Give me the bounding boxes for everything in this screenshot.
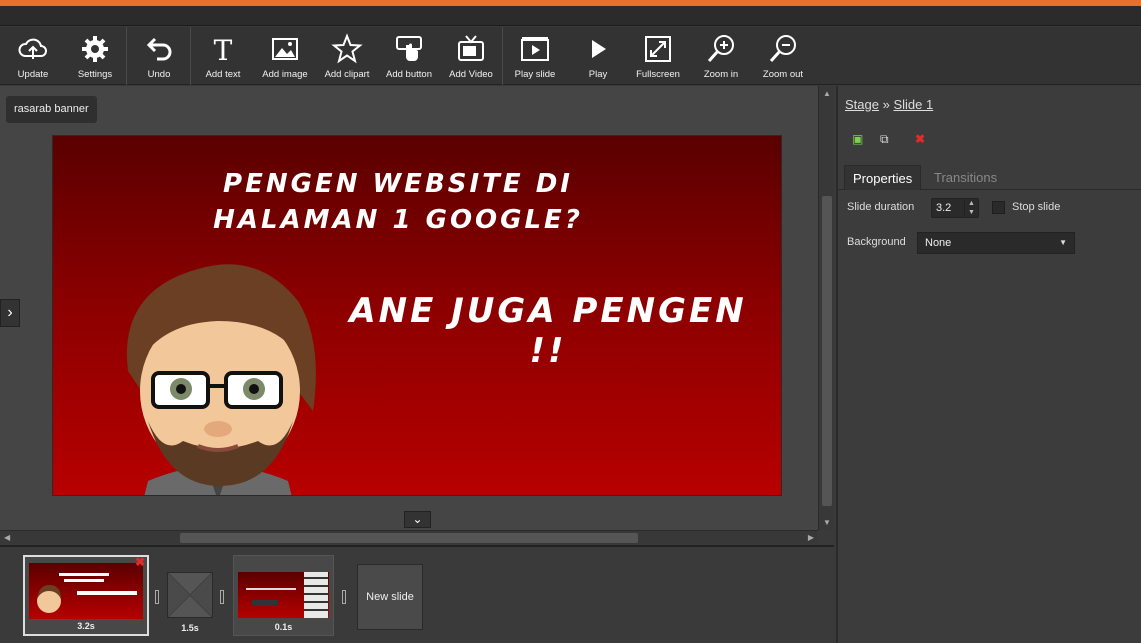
toolbar: Update Settings Undo T Add text Add imag… bbox=[0, 27, 1141, 85]
document-title: rasarab banner bbox=[6, 96, 97, 123]
slide-thumbnail-image bbox=[29, 563, 143, 619]
toolbar-separator bbox=[190, 27, 191, 85]
new-slide-button[interactable]: New slide bbox=[357, 564, 423, 630]
slide-thumbnail[interactable]: 0.1s bbox=[233, 555, 334, 636]
slide-duration-badge: 1.5s bbox=[181, 623, 199, 633]
horizontal-scrollbar[interactable]: ◀ ▶ bbox=[0, 530, 818, 544]
tv-icon bbox=[458, 35, 484, 61]
slide-thumbnail[interactable]: 1.5s bbox=[163, 555, 217, 636]
zoom-out-icon bbox=[769, 35, 796, 63]
hand-pointer-icon bbox=[396, 36, 422, 61]
play-slide-label: Play slide bbox=[514, 69, 556, 80]
slide-thumbnail[interactable]: ✖ 3.2s bbox=[23, 555, 149, 636]
transition-thumbnail-image bbox=[167, 572, 213, 618]
add-video-button[interactable]: Add Video bbox=[449, 27, 493, 85]
slide-stage[interactable]: PENGEN WEBSITE DI HALAMAN 1 GOOGLE? ANE … bbox=[52, 135, 782, 496]
text-icon: T bbox=[214, 34, 233, 65]
play-button[interactable]: Play bbox=[582, 27, 614, 85]
panel-tabs: Properties Transitions bbox=[838, 165, 1141, 190]
zoom-in-label: Zoom in bbox=[703, 69, 739, 80]
spinner-arrows-icon[interactable]: ▲ ▼ bbox=[964, 199, 978, 217]
add-text-button[interactable]: T Add text bbox=[203, 27, 243, 85]
settings-label: Settings bbox=[77, 69, 113, 80]
zoom-out-label: Zoom out bbox=[762, 69, 804, 80]
slide-thumbnail-image bbox=[238, 572, 329, 618]
undo-icon bbox=[146, 37, 172, 61]
scroll-up-icon[interactable]: ▲ bbox=[823, 89, 831, 98]
breadcrumb-slide-link[interactable]: Slide 1 bbox=[893, 97, 933, 112]
scroll-down-icon[interactable]: ▼ bbox=[823, 518, 831, 527]
stop-slide-checkbox[interactable] bbox=[992, 201, 1005, 214]
slide-grip-handle[interactable] bbox=[342, 590, 346, 604]
add-video-label: Add Video bbox=[449, 69, 493, 80]
slide-duration-label: Slide duration bbox=[847, 201, 915, 213]
horizontal-scroll-thumb[interactable] bbox=[180, 533, 638, 543]
slide-preview-graphic bbox=[246, 572, 328, 618]
slide-duration-value: 3.2 bbox=[936, 202, 952, 214]
stop-slide-label: Stop slide bbox=[1012, 201, 1061, 213]
breadcrumb-stage-link[interactable]: Stage bbox=[845, 97, 879, 112]
add-clipart-label: Add clipart bbox=[324, 69, 370, 80]
slide-grip-handle[interactable] bbox=[220, 590, 224, 604]
scroll-right-icon[interactable]: ▶ bbox=[808, 533, 814, 542]
slide-headline-1[interactable]: PENGEN WEBSITE DI HALAMAN 1 GOOGLE? bbox=[208, 166, 588, 238]
tab-transitions[interactable]: Transitions bbox=[926, 165, 1005, 190]
update-button[interactable]: Update bbox=[14, 27, 52, 85]
add-slide-icon[interactable]: ▣ bbox=[852, 132, 863, 146]
slide-duration-input[interactable]: 3.2 ▲ ▼ bbox=[931, 198, 979, 218]
scroll-left-icon[interactable]: ◀ bbox=[4, 533, 10, 542]
toolbar-separator bbox=[126, 27, 127, 85]
add-button-button[interactable]: Add button bbox=[385, 27, 433, 85]
toolbar-separator bbox=[502, 27, 503, 85]
slide-headline-2[interactable]: ANE JUGA PENGEN !! bbox=[328, 291, 768, 371]
add-clipart-button[interactable]: Add clipart bbox=[324, 27, 370, 85]
background-select-value: None bbox=[925, 237, 952, 249]
slide-preview-graphic bbox=[37, 573, 137, 613]
cartoon-character-image[interactable] bbox=[108, 251, 328, 496]
update-label: Update bbox=[17, 69, 49, 80]
slide-timeline: ✖ 3.2s 1.5s 0.1s New slide bbox=[0, 545, 834, 643]
duplicate-slide-icon[interactable]: ⧉ bbox=[880, 132, 889, 147]
undo-label: Undo bbox=[147, 69, 171, 80]
add-image-label: Add image bbox=[262, 69, 308, 80]
tab-properties[interactable]: Properties bbox=[844, 165, 922, 190]
image-icon bbox=[272, 38, 298, 60]
delete-slide-icon[interactable]: ✖ bbox=[915, 132, 925, 146]
add-button-label: Add button bbox=[386, 69, 432, 80]
gear-icon bbox=[82, 36, 108, 62]
expand-left-panel-button[interactable]: › bbox=[0, 299, 20, 327]
add-image-button[interactable]: Add image bbox=[262, 27, 308, 85]
cloud-upload-icon bbox=[18, 38, 47, 59]
svg-text:T: T bbox=[214, 34, 233, 65]
expand-down-button[interactable]: ⌄ bbox=[404, 511, 431, 528]
vertical-scroll-thumb[interactable] bbox=[822, 196, 832, 506]
fullscreen-button[interactable]: Fullscreen bbox=[636, 27, 680, 85]
fullscreen-icon bbox=[645, 36, 671, 62]
background-select[interactable]: None ▼ bbox=[917, 232, 1075, 254]
slide-grip-handle[interactable] bbox=[155, 590, 159, 604]
breadcrumb-separator: » bbox=[882, 97, 890, 112]
breadcrumb: Stage » Slide 1 bbox=[845, 97, 933, 112]
zoom-out-button[interactable]: Zoom out bbox=[760, 27, 806, 85]
fullscreen-label: Fullscreen bbox=[636, 69, 680, 80]
settings-button[interactable]: Settings bbox=[74, 27, 116, 85]
background-label: Background bbox=[847, 236, 906, 248]
star-icon bbox=[331, 33, 363, 64]
properties-panel: Stage » Slide 1 ▣ ⧉ ✖ Properties Transit… bbox=[836, 86, 1141, 643]
play-label: Play bbox=[588, 69, 608, 80]
zoom-in-icon bbox=[707, 35, 734, 63]
add-text-label: Add text bbox=[205, 69, 241, 80]
chevron-down-icon: ▼ bbox=[1059, 238, 1067, 247]
play-slide-button[interactable]: Play slide bbox=[514, 27, 556, 85]
transition-icon bbox=[167, 572, 213, 618]
remove-slide-icon[interactable]: ✖ bbox=[135, 555, 145, 569]
top-bar bbox=[0, 6, 1141, 26]
slide-duration-badge: 0.1s bbox=[274, 622, 293, 632]
undo-button[interactable]: Undo bbox=[141, 27, 177, 85]
play-slide-icon bbox=[521, 37, 549, 61]
vertical-scrollbar[interactable]: ▲ ▼ bbox=[818, 86, 834, 530]
play-icon bbox=[592, 40, 606, 58]
zoom-in-button[interactable]: Zoom in bbox=[700, 27, 742, 85]
slide-duration-badge: 3.2s bbox=[77, 621, 95, 631]
